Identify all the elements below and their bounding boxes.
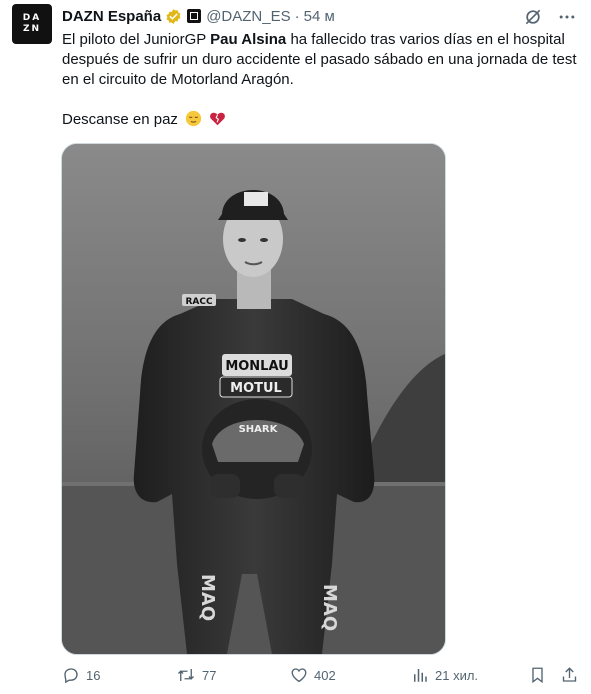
reply-button[interactable]: 16 [62, 666, 100, 684]
tweet-time[interactable]: 54 м [304, 8, 335, 25]
highlight-name: Pau Alsina [210, 31, 287, 48]
author-name[interactable]: DAZN España [62, 8, 161, 25]
more-icon[interactable] [557, 7, 577, 27]
grok-icon[interactable] [523, 7, 543, 27]
tweet[interactable]: DA ZN DAZN España @DAZN_ES · 54 м El pil… [0, 0, 591, 694]
sponsor-monlau: MONLAU [225, 359, 288, 374]
like-count: 402 [314, 667, 336, 683]
avatar[interactable]: DA ZN [12, 4, 52, 44]
affiliate-badge-icon[interactable] [187, 9, 202, 23]
tweet-paragraph-2: Descanse en paz [62, 110, 577, 133]
heart-icon [291, 668, 307, 683]
like-button[interactable]: 402 [290, 666, 336, 684]
relieved-face-icon [185, 110, 202, 133]
separator-dot: · [294, 7, 300, 25]
bookmark-icon [532, 667, 543, 684]
author-handle[interactable]: @DAZN_ES [206, 8, 290, 25]
top-actions [523, 7, 577, 27]
tweet-actions: 16 77 402 21 хил. [0, 662, 591, 690]
retweet-count: 77 [202, 667, 217, 683]
sponsor-maq-right: MAQ [319, 584, 340, 631]
views-count: 21 хил. [435, 667, 479, 683]
tweet-header: DAZN España @DAZN_ES · 54 м [62, 6, 335, 26]
retweet-icon [178, 669, 194, 681]
share-icon [562, 667, 577, 682]
views-button[interactable]: 21 хил. [411, 666, 478, 684]
retweet-button[interactable]: 77 [176, 666, 216, 684]
sponsor-racc: RACC [185, 297, 213, 307]
sponsor-shark: SHARK [239, 424, 279, 435]
reply-icon [64, 668, 78, 684]
broken-heart-icon [209, 110, 226, 133]
avatar-text-bottom: ZN [22, 24, 42, 34]
reply-count: 16 [86, 667, 101, 683]
share-button[interactable] [561, 666, 578, 684]
sponsor-motul: MOTUL [230, 381, 282, 396]
views-icon [414, 669, 427, 682]
tweet-text: El piloto del JuniorGP Pau Alsina ha fal… [62, 30, 577, 133]
tweet-paragraph-1: El piloto del JuniorGP Pau Alsina ha fal… [62, 31, 577, 88]
avatar-text-top: DA [22, 13, 42, 23]
bookmark-button[interactable] [529, 666, 546, 684]
verified-badge-icon[interactable] [165, 8, 182, 25]
tweet-photo[interactable]: MONLAU MOTUL RACC SHARK MAQ MAQ [61, 143, 446, 655]
sponsor-maq-left: MAQ [197, 574, 218, 621]
